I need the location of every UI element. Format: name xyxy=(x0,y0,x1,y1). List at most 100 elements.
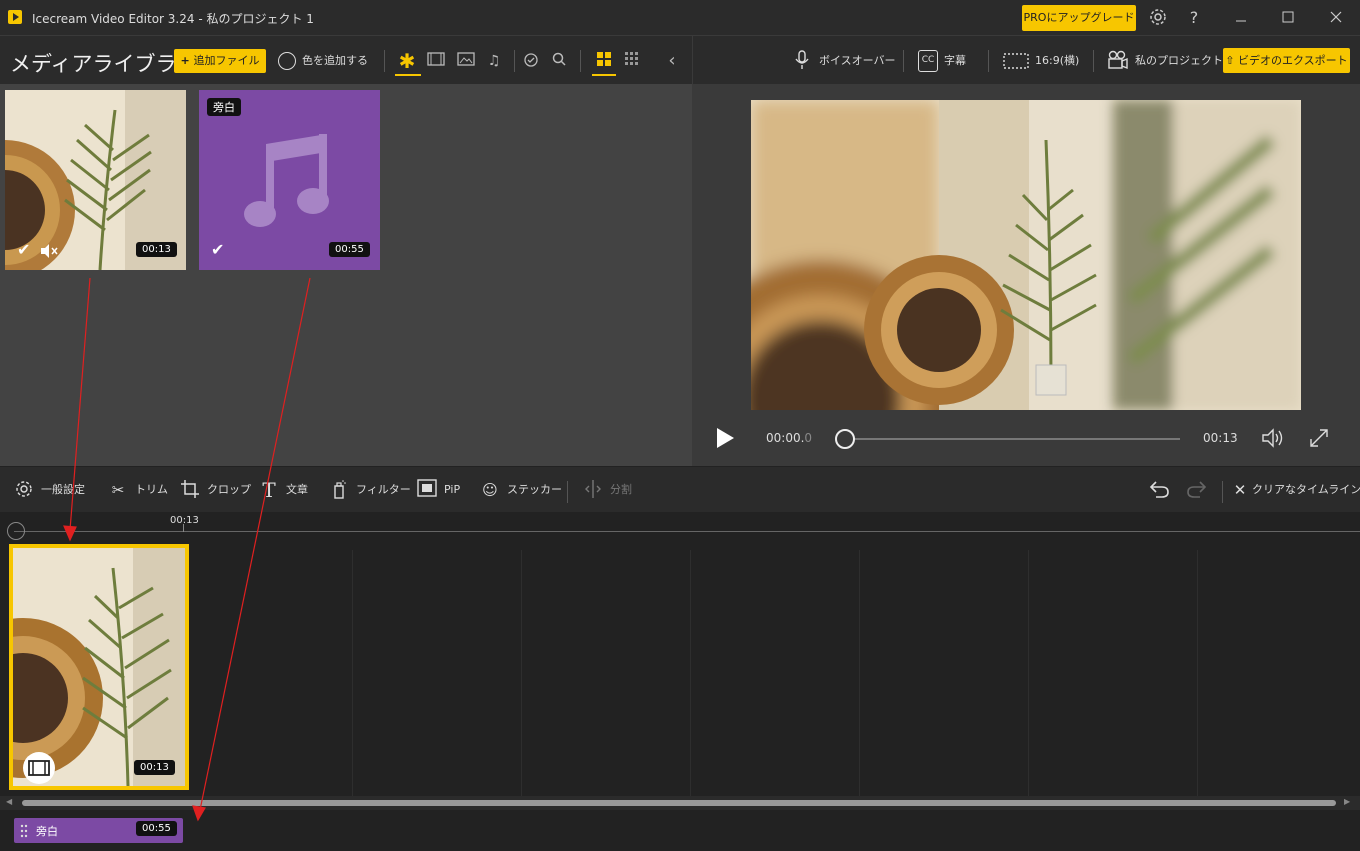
duration-badge: 00:13 xyxy=(136,242,177,257)
project-label: 私のプロジェクト xyxy=(1135,54,1223,67)
crop-label: クロップ xyxy=(207,483,251,496)
pip-label: PiP xyxy=(444,483,461,496)
close-icon[interactable] xyxy=(1325,7,1347,29)
scrollbar-thumb[interactable] xyxy=(22,800,1336,806)
grid-line xyxy=(1197,550,1198,796)
closed-captions-icon: CC xyxy=(918,50,938,72)
smiley-icon: ☺ xyxy=(482,481,498,499)
sticker-button[interactable]: ☺ ステッカー xyxy=(479,479,562,501)
export-video-button[interactable]: ⇧ ビデオのエクスポート xyxy=(1223,48,1350,73)
media-item-video[interactable]: ✔ 00:13 xyxy=(5,90,186,270)
media-item-audio[interactable]: 旁白 ✔ 00:55 xyxy=(199,90,380,270)
minimize-icon[interactable] xyxy=(1230,7,1252,29)
large-grid-icon[interactable] xyxy=(594,51,614,71)
separator xyxy=(988,50,989,72)
crop-button[interactable]: クロップ xyxy=(179,479,251,501)
maximize-icon[interactable] xyxy=(1277,7,1299,29)
muted-icon xyxy=(39,243,59,263)
audio-track[interactable]: 旁白 00:55 xyxy=(0,810,1360,851)
pip-button[interactable]: PiP xyxy=(416,479,460,501)
star-icon[interactable]: ✱ xyxy=(397,51,417,71)
app-logo-icon xyxy=(8,10,22,24)
split-icon xyxy=(582,479,604,501)
undo-button[interactable] xyxy=(1148,479,1176,501)
subtitles-button[interactable]: CC 字幕 xyxy=(918,50,966,72)
palette-icon xyxy=(278,52,296,70)
film-icon[interactable] xyxy=(426,51,446,71)
search-icon[interactable] xyxy=(549,51,569,71)
text-label: 文章 xyxy=(286,483,308,496)
preview-header: ボイスオーバー CC 字幕 16:9(横) 私のプロジェクト ⇧ ビデオのエクスポ… xyxy=(692,36,1360,84)
add-color-button[interactable]: 色を追加する xyxy=(278,49,368,73)
subtitles-label: 字幕 xyxy=(944,54,966,67)
filter-button[interactable]: フィルター xyxy=(328,479,411,501)
split-button[interactable]: 分割 xyxy=(582,479,632,501)
voiceover-label: ボイスオーバー xyxy=(819,54,896,67)
grid-line xyxy=(1028,550,1029,796)
playhead-handle[interactable] xyxy=(7,522,25,540)
text-icon: T xyxy=(262,478,276,502)
timeline-scrollbar[interactable]: ◀ ▶ xyxy=(0,796,1360,810)
separator xyxy=(580,50,581,72)
video-track[interactable]: 00:13 xyxy=(0,542,1360,796)
current-time-main: 00:00. xyxy=(766,431,805,445)
seek-handle[interactable] xyxy=(835,429,855,449)
timeline-ruler[interactable]: 00:13 xyxy=(0,512,1360,542)
music-icon[interactable]: ♫ xyxy=(484,51,504,71)
check-filter-icon[interactable] xyxy=(522,51,542,71)
project-button[interactable]: 私のプロジェクト xyxy=(1107,50,1223,72)
image-icon[interactable] xyxy=(456,51,476,71)
separator xyxy=(567,481,568,503)
video-preview xyxy=(751,100,1301,410)
clip-duration-badge: 00:13 xyxy=(134,760,175,775)
timeline-audio-clip[interactable]: 旁白 00:55 xyxy=(14,818,183,843)
total-time: 00:13 xyxy=(1203,431,1238,445)
upgrade-pro-button[interactable]: PROにアップグレード xyxy=(1022,5,1136,31)
aspect-ratio-button[interactable]: 16:9(横) xyxy=(1003,50,1079,72)
redo-icon xyxy=(1186,479,1208,501)
clear-timeline-button[interactable]: ✕ クリアなタイムライン xyxy=(1232,479,1360,501)
fullscreen-icon[interactable] xyxy=(1308,427,1330,453)
scissors-icon: ✂ xyxy=(111,481,125,499)
voiceover-button[interactable]: ボイスオーバー xyxy=(791,50,896,72)
x-icon: ✕ xyxy=(1233,481,1247,499)
grid-line xyxy=(521,550,522,796)
seek-bar[interactable] xyxy=(845,438,1180,440)
selected-check-icon: ✔ xyxy=(211,240,225,259)
scroll-right-icon[interactable]: ▶ xyxy=(1344,797,1350,806)
timeline-video-clip[interactable]: 00:13 xyxy=(9,544,189,790)
general-settings-button[interactable]: 一般設定 xyxy=(13,479,85,501)
text-button[interactable]: T 文章 xyxy=(258,479,308,501)
grid-line xyxy=(859,550,860,796)
play-button[interactable] xyxy=(717,428,734,448)
separator xyxy=(903,50,904,72)
undo-icon xyxy=(1148,479,1170,501)
media-library-title: メディアライブラリ xyxy=(10,52,198,76)
small-grid-icon[interactable] xyxy=(622,51,642,71)
help-icon[interactable]: ? xyxy=(1183,7,1205,29)
media-library-panel: ✔ 00:13 旁白 ✔ 00:55 xyxy=(0,84,692,466)
separator xyxy=(384,50,385,72)
aspect-ratio-label: 16:9(横) xyxy=(1035,54,1080,67)
clip-thumbnail-image xyxy=(13,548,185,786)
media-library-header: メディアライブラリ + 追加ファイル 色を追加する ✱ ♫ ‹ xyxy=(0,36,692,84)
collapse-panel-icon[interactable]: ‹ xyxy=(662,51,682,71)
scroll-left-icon[interactable]: ◀ xyxy=(6,797,12,806)
music-note-icon xyxy=(244,134,329,227)
trim-label: トリム xyxy=(135,483,168,496)
separator xyxy=(1222,481,1223,503)
audio-tag-badge: 旁白 xyxy=(207,98,241,116)
current-time: 00:00.0 xyxy=(766,431,812,445)
trim-button[interactable]: ✂ トリム xyxy=(107,479,168,501)
drag-handle-icon[interactable] xyxy=(20,823,28,842)
add-file-button[interactable]: + 追加ファイル xyxy=(174,49,266,73)
preview-panel: 00:00.0 00:13 xyxy=(692,84,1360,466)
volume-icon[interactable] xyxy=(1261,427,1285,453)
redo-button[interactable] xyxy=(1186,479,1214,501)
separator xyxy=(1093,50,1094,72)
settings-icon[interactable] xyxy=(1147,7,1169,29)
grid-line xyxy=(690,550,691,796)
ruler-label: 00:13 xyxy=(170,515,199,526)
separator xyxy=(514,50,515,72)
add-file-label: 追加ファイル xyxy=(193,54,260,67)
